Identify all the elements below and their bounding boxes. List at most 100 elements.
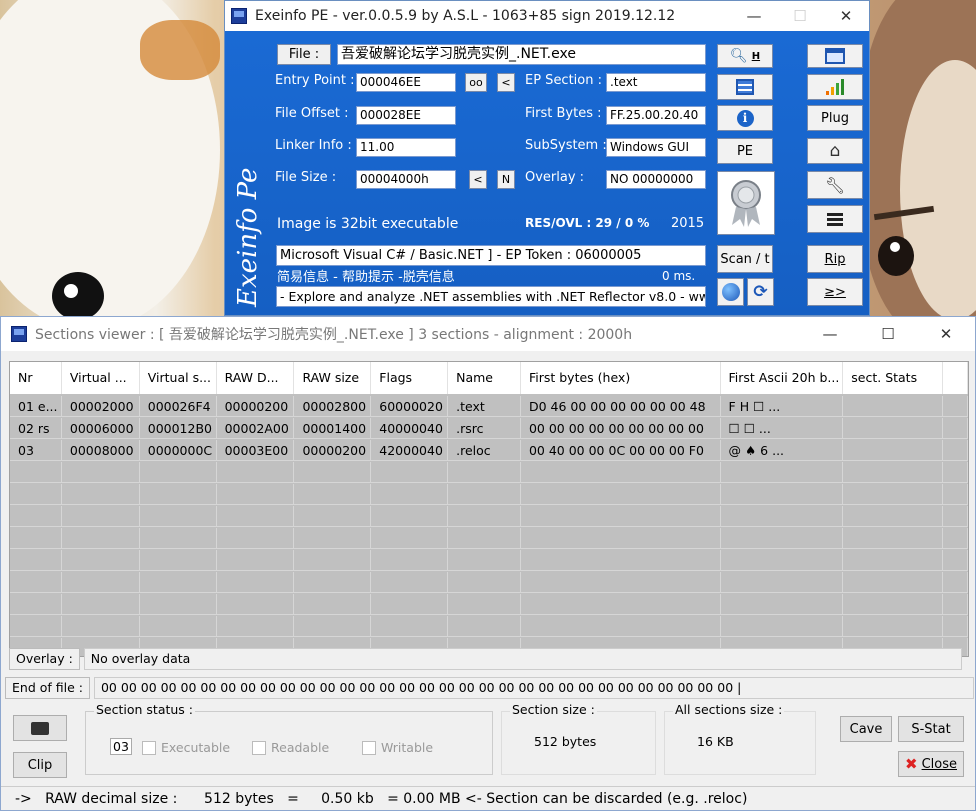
exeinfo-titlebar[interactable]: Exeinfo PE - ver.0.0.5.9 by A.S.L - 1063… [225,1,869,31]
table-row[interactable]: 02 rs 00006000 000012B0 00002A00 0000140… [10,418,968,439]
sections-titlebar[interactable]: Sections viewer : [ 吾爱破解论坛学习脱壳实例_.NET.ex… [1,317,975,351]
home-button[interactable]: ⌂ [807,138,863,164]
column-header[interactable]: First bytes (hex) [521,362,721,394]
entry-point-field[interactable]: 000046EE [356,73,456,92]
column-header[interactable]: Virtual s... [140,362,217,394]
empty-row [10,484,968,505]
rip-button[interactable]: Rip [807,245,863,273]
file-name-field[interactable]: 吾爱破解论坛学习脱壳实例_.NET.exe [337,44,706,65]
maximize-icon[interactable]: ☐ [859,319,917,349]
readable-label: Readable [271,740,330,755]
stats-button[interactable] [807,74,863,100]
column-header[interactable]: Name [448,362,521,394]
executable-checkbox[interactable]: Executable [142,740,230,755]
minimize-icon[interactable]: — [731,1,777,31]
pe-button[interactable]: PE [717,138,773,164]
section-status-label: Section status : [94,702,196,717]
clip-button[interactable]: Clip [13,752,67,778]
writable-checkbox[interactable]: Writable [362,740,433,755]
close-icon[interactable]: ✕ [823,1,869,31]
column-header[interactable]: Virtual ... [62,362,140,394]
eof-bar-value[interactable]: 00 00 00 00 00 00 00 00 00 00 00 00 00 0… [93,677,974,699]
globe-button[interactable] [717,278,744,306]
minimize-icon[interactable]: — [801,319,859,349]
cave-button[interactable]: Cave [840,716,892,742]
table-row[interactable]: 03 00008000 0000000C 00003E00 00000200 4… [10,440,968,461]
tree-icon [736,79,754,95]
scan-button[interactable]: Scan / t [717,245,773,273]
close-button[interactable]: ✖ Close [898,751,964,777]
more-button[interactable]: ≥> [807,278,863,306]
empty-row [10,572,968,593]
overlay-field[interactable]: NO 00000000 [606,170,706,189]
refresh-icon: ⟳ [753,282,768,302]
file-size-field[interactable]: 00004000h [356,170,456,189]
open-window-button[interactable] [807,44,863,68]
linker-info-field[interactable]: 11.00 [356,138,456,157]
empty-row [10,528,968,549]
refresh-button[interactable]: ⟳ [747,278,774,306]
maximize-icon: ☐ [793,7,807,25]
table-row[interactable]: 01 e... 00002000 000026F4 00000200 00002… [10,396,968,417]
ep-section-label: EP Section : [525,73,602,88]
exeinfo-window: Exeinfo PE - ver.0.0.5.9 by A.S.L - 1063… [224,0,870,316]
wallpaper-eye [878,236,914,276]
exeinfo-panel: Exeinfo Pe File : 吾爱破解论坛学习脱壳实例_.NET.exe … [225,31,869,315]
award-medal-icon[interactable] [717,171,775,235]
n-button[interactable]: N [497,170,515,189]
overlay-label: Overlay : [525,170,585,185]
tools-button[interactable]: 🔧︎ [807,171,863,199]
eof-bar: End of file : 00 00 00 00 00 00 00 00 00… [5,677,974,699]
cell-flags: 42000040 [371,440,449,461]
empty-row [10,594,968,615]
search-hex-button[interactable]: 🔍︎ H [717,44,773,68]
file-button[interactable]: File : [277,44,331,65]
column-header-spacer [943,362,968,394]
cell-name: .text [448,396,521,417]
cell-virtual-address: 00002000 [62,396,140,417]
empty-row [10,550,968,571]
overlay-bar-value[interactable]: No overlay data [83,648,962,670]
subsystem-field[interactable]: Windows GUI [606,138,706,157]
column-header[interactable]: sect. Stats [843,362,944,394]
first-bytes-field[interactable]: FF.25.00.20.40 [606,106,706,125]
cell-spacer [943,396,968,417]
section-list-button[interactable] [717,74,773,100]
wrench-icon: 🔧︎ [824,175,846,195]
hint-field[interactable]: - Explore and analyze .NET assemblies wi… [276,286,706,307]
file-offset-field[interactable]: 000028EE [356,106,456,125]
scan-time-text: 0 ms. [662,269,696,283]
info-button[interactable]: i [717,105,773,131]
plug-button[interactable]: Plug [807,105,863,131]
section-size-group: Section size : 512 bytes [501,702,656,775]
menu-button[interactable] [807,205,863,233]
camera-button[interactable] [13,715,67,741]
cell-raw-size: 00001400 [294,418,372,439]
executable-label: Executable [161,740,231,755]
all-sections-value: 16 KB [697,734,734,749]
sections-table: Nr Virtual ... Virtual s... RAW D... RAW… [9,361,969,657]
ep-section-field[interactable]: .text [606,73,706,92]
section-size-label: Section size : [510,702,597,717]
readable-checkbox[interactable]: Readable [252,740,329,755]
column-header[interactable]: RAW D... [217,362,295,394]
close-icon[interactable]: ✕ [917,319,975,349]
chinese-info-text: 简易信息 - 帮助提示 -脱壳信息 [277,270,455,285]
oo-button[interactable]: oo [465,73,487,92]
image-info-text: Image is 32bit executable [277,216,459,232]
sstat-button[interactable]: S-Stat [898,716,964,742]
table-header: Nr Virtual ... Virtual s... RAW D... RAW… [10,362,968,394]
window-icon [825,48,845,64]
detection-field[interactable]: Microsoft Visual C# / Basic.NET ] - EP T… [276,245,706,266]
column-header[interactable]: Flags [371,362,449,394]
size-prev-button[interactable]: < [469,170,487,189]
info-icon: i [736,109,754,127]
column-header[interactable]: RAW size [294,362,372,394]
ep-prev-button[interactable]: < [497,73,515,92]
column-header[interactable]: Nr [10,362,62,394]
column-header[interactable]: First Ascii 20h b... [721,362,844,394]
home-icon: ⌂ [829,141,841,161]
cell-raw-data: 00000200 [217,396,295,417]
globe-icon [721,283,740,301]
cell-stats [843,396,944,417]
